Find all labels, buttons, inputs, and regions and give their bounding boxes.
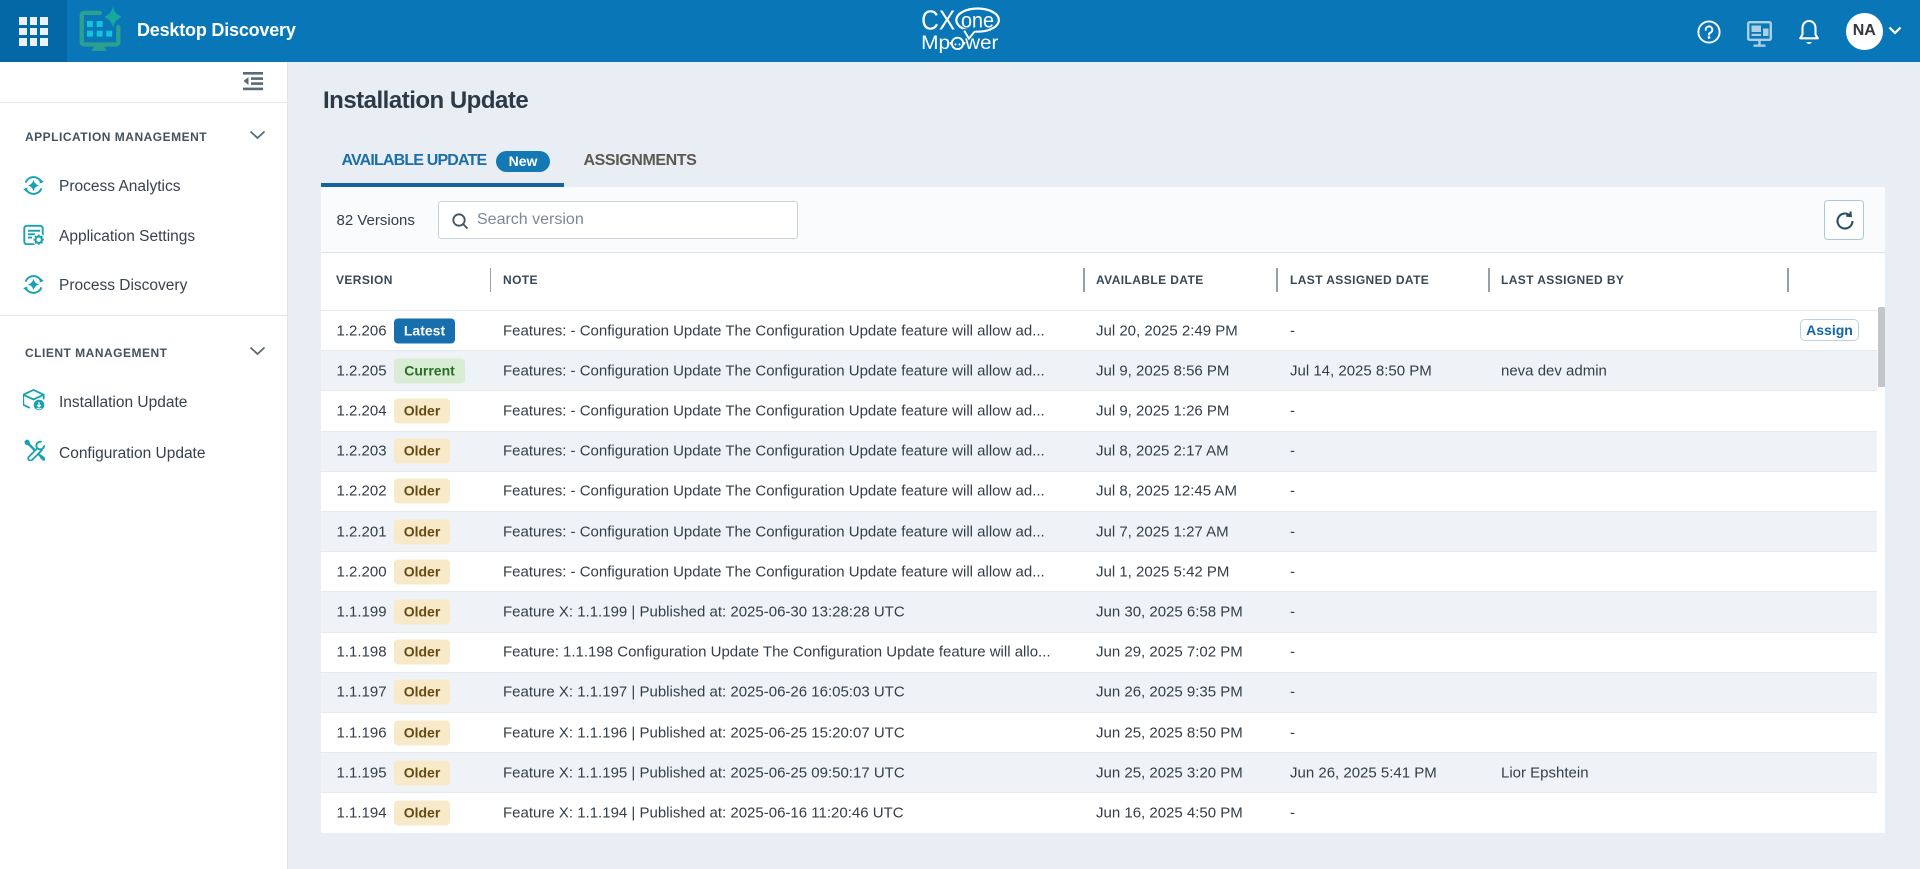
svg-text:wer: wer [964,32,999,54]
svg-text:Mp: Mp [921,32,950,54]
svg-text:one: one [961,10,994,33]
svg-text:CX: CX [921,5,955,36]
